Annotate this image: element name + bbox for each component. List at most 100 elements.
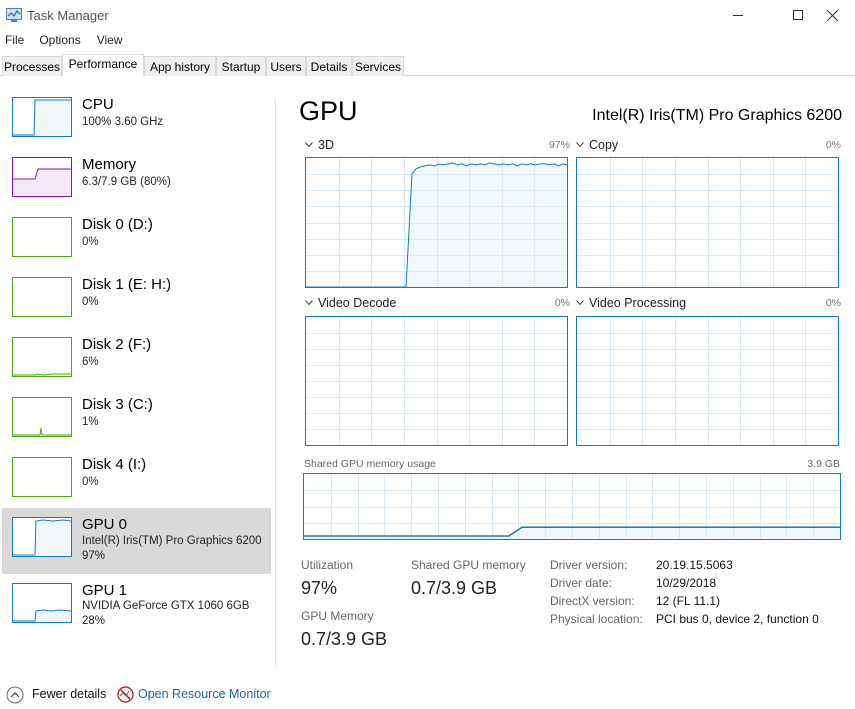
- driver-date-value: 10/29/2018: [656, 576, 717, 590]
- fewer-details-link[interactable]: Fewer details: [32, 687, 106, 701]
- sidebar-item-subtitle: 0%: [82, 476, 99, 488]
- sidebar-divider: [275, 98, 276, 666]
- cpu-thumbnail: [12, 97, 72, 137]
- fewer-details-button[interactable]: [6, 686, 24, 709]
- tab-app-history[interactable]: App history: [144, 56, 216, 76]
- task-manager-icon: [6, 8, 22, 22]
- shared-memory-label: Shared GPU memory usage: [304, 458, 436, 470]
- gpu-device-name: Intel(R) Iris(TM) Pro Graphics 6200: [592, 107, 842, 124]
- sidebar-item-gpu-1[interactable]: GPU 1 NVIDIA GeForce GTX 1060 6GB 28%: [2, 579, 271, 643]
- disk-3-thumbnail: [12, 397, 72, 437]
- gpu-memory-value: 0.7/3.9 GB: [301, 629, 388, 649]
- engine-label-text: Video Processing: [589, 296, 687, 310]
- engine-selector-video-processing[interactable]: Video Processing: [576, 296, 686, 310]
- tab-details[interactable]: Details: [306, 56, 352, 76]
- engine-selector-3d[interactable]: 3D: [305, 138, 334, 152]
- sidebar-item-title: GPU 1: [82, 582, 128, 599]
- tab-bar: Processes Performance App history Startu…: [0, 54, 855, 76]
- engine-label-text: Video Decode: [318, 296, 397, 310]
- gpu-0-thumbnail: [12, 517, 72, 557]
- shared-gpu-memory-value: 0.7/3.9 GB: [411, 578, 498, 598]
- shared-memory-graph: [303, 473, 841, 540]
- sidebar-item-subtitle: Intel(R) Iris(TM) Pro Graphics 6200: [82, 535, 262, 547]
- page-title: GPU: [299, 96, 358, 126]
- chevron-down-icon: [576, 300, 584, 306]
- chevron-down-icon: [576, 142, 584, 148]
- memory-thumbnail: [12, 157, 72, 197]
- sidebar-item-title: Disk 2 (F:): [82, 336, 152, 353]
- sidebar-item-title: Disk 4 (I:): [82, 456, 147, 473]
- sidebar-item-title: GPU 0: [82, 516, 128, 533]
- tab-startup[interactable]: Startup: [216, 56, 266, 76]
- sidebar-item-subtitle: NVIDIA GeForce GTX 1060 6GB: [82, 600, 250, 612]
- title-bar: Task Manager: [0, 0, 855, 30]
- utilization-area: [306, 162, 567, 287]
- shared-memory-max: 3.9 GB: [807, 458, 840, 470]
- sidebar-item-subtitle: 6.3/7.9 GB (80%): [82, 176, 171, 188]
- driver-date-label: Driver date:: [550, 576, 613, 590]
- directx-version-value: 12 (FL 11.1): [656, 594, 721, 608]
- sidebar-item-title: Memory: [82, 156, 137, 173]
- menu-bar: File Options View: [0, 31, 129, 51]
- physical-location-label: Physical location:: [550, 612, 643, 626]
- sidebar-item-title: CPU: [82, 96, 114, 113]
- chevron-down-icon: [305, 142, 313, 148]
- disk-2-thumbnail: [12, 337, 72, 377]
- sidebar-item-disk-0[interactable]: Disk 0 (D:) 0%: [2, 213, 271, 277]
- resource-monitor-icon: [117, 686, 134, 708]
- close-button[interactable]: [809, 0, 855, 30]
- utilization-value: 97%: [301, 578, 338, 598]
- engine-selector-copy[interactable]: Copy: [576, 138, 618, 152]
- engine-percent: 0%: [554, 297, 570, 309]
- engine-graph-video-processing: [576, 316, 839, 446]
- sidebar-item-gpu-0[interactable]: GPU 0 Intel(R) Iris(TM) Pro Graphics 620…: [2, 508, 271, 574]
- sidebar-item-disk-1[interactable]: Disk 1 (E: H:) 0%: [2, 273, 271, 337]
- engine-graph-3d: [305, 157, 568, 288]
- tab-services[interactable]: Services: [352, 56, 404, 76]
- menu-options[interactable]: Options: [33, 31, 86, 51]
- menu-view[interactable]: View: [91, 31, 129, 51]
- sidebar-item-subtitle: 100% 3.60 GHz: [82, 116, 164, 128]
- minimize-icon: [733, 15, 743, 16]
- tab-processes[interactable]: Processes: [2, 56, 62, 76]
- maximize-icon: [793, 10, 803, 20]
- close-icon: [826, 9, 838, 21]
- sidebar-item-disk-3[interactable]: Disk 3 (C:) 1%: [2, 393, 271, 457]
- sidebar-item-subtitle: 6%: [82, 356, 99, 368]
- sidebar-item-subtitle: 0%: [82, 296, 99, 308]
- sidebar-item-cpu[interactable]: CPU 100% 3.60 GHz: [2, 93, 271, 157]
- engine-percent: 0%: [825, 139, 841, 151]
- disk-1-thumbnail: [12, 277, 72, 317]
- sidebar-item-disk-2[interactable]: Disk 2 (F:) 6%: [2, 333, 271, 397]
- tab-performance[interactable]: Performance: [62, 54, 144, 76]
- sidebar-item-percent: 28%: [82, 615, 106, 627]
- driver-version-value: 20.19.15.5063: [656, 558, 733, 572]
- tab-users[interactable]: Users: [266, 56, 306, 76]
- open-resource-monitor-link[interactable]: Open Resource Monitor: [138, 687, 271, 701]
- chevron-down-icon: [305, 300, 313, 306]
- sidebar-item-subtitle: 0%: [82, 236, 99, 248]
- engine-percent: 97%: [548, 139, 570, 151]
- disk-0-thumbnail: [12, 217, 72, 257]
- sidebar-item-memory[interactable]: Memory 6.3/7.9 GB (80%): [2, 153, 271, 217]
- menu-file[interactable]: File: [0, 31, 30, 51]
- chevron-up-circle-icon: [6, 686, 24, 704]
- engine-percent: 0%: [825, 297, 841, 309]
- footer: Fewer details Open Resource Monitor: [0, 684, 855, 706]
- engine-label-text: 3D: [318, 138, 334, 152]
- minimize-button[interactable]: [715, 0, 761, 30]
- utilization-label: Utilization: [301, 558, 354, 572]
- engine-graph-copy: [576, 157, 839, 288]
- sidebar-item-title: Disk 3 (C:): [82, 396, 153, 413]
- shared-gpu-memory-label: Shared GPU memory: [411, 558, 526, 572]
- disk-4-thumbnail: [12, 457, 72, 497]
- sidebar-item-percent: 97%: [82, 550, 106, 562]
- gpu-1-thumbnail: [12, 583, 72, 623]
- engine-label-text: Copy: [589, 138, 619, 152]
- engine-selector-video-decode[interactable]: Video Decode: [305, 296, 396, 310]
- engine-graph-video-decode: [305, 316, 568, 446]
- gpu-memory-label: GPU Memory: [301, 609, 374, 623]
- physical-location-value: PCI bus 0, device 2, function 0: [656, 612, 819, 626]
- sidebar-item-subtitle: 1%: [82, 416, 99, 428]
- driver-version-label: Driver version:: [550, 558, 628, 572]
